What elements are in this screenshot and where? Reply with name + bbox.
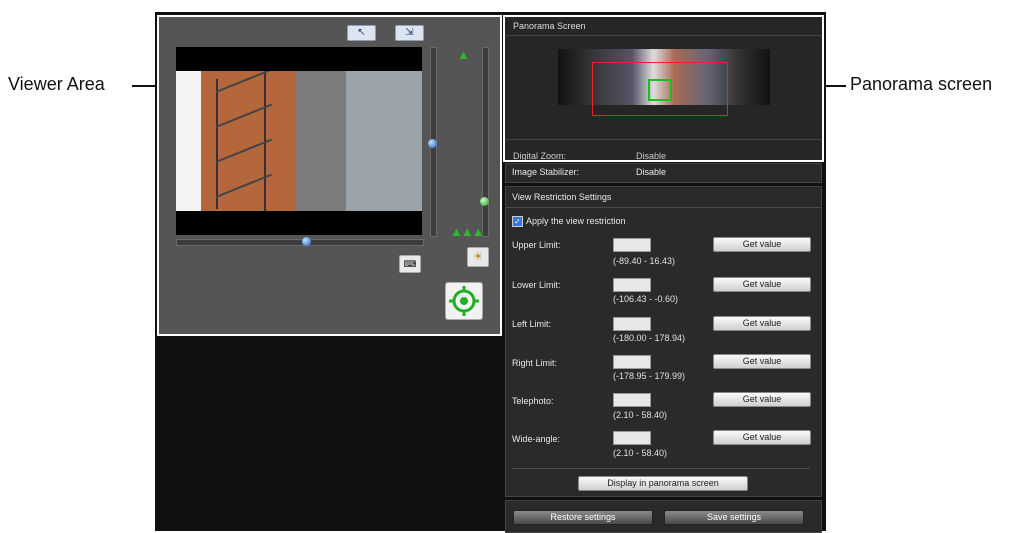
restore-settings-button[interactable]: Restore settings xyxy=(513,510,653,525)
apply-restriction-checkbox[interactable]: ✓ xyxy=(512,216,523,227)
pan-slider-track[interactable] xyxy=(176,239,424,246)
pan-slider-knob[interactable] xyxy=(302,237,311,246)
zoom-slider-knob[interactable] xyxy=(480,197,489,206)
digital-zoom-value: Disable xyxy=(636,151,667,161)
telephoto-label: Telephoto: xyxy=(512,396,554,406)
image-stabilizer-value: Disable xyxy=(636,167,667,177)
left-limit-input[interactable] xyxy=(613,317,651,331)
lower-limit-input[interactable] xyxy=(613,278,651,292)
upper-limit-get-value-button[interactable]: Get value xyxy=(713,237,811,252)
telephoto-get-value-button[interactable]: Get value xyxy=(713,392,811,407)
left-limit-get-value-button[interactable]: Get value xyxy=(713,316,811,331)
divider xyxy=(505,35,822,36)
telephoto-input[interactable] xyxy=(613,393,651,407)
upper-limit-range: (-89.40 - 16.43) xyxy=(613,256,676,266)
lower-limit-get-value-button[interactable]: Get value xyxy=(713,277,811,292)
ptz-control-button[interactable] xyxy=(445,282,483,320)
divider xyxy=(505,207,821,208)
divider xyxy=(505,139,822,140)
left-limit-range: (-180.00 - 178.94) xyxy=(613,333,686,343)
right-limit-label: Right Limit: xyxy=(512,358,558,368)
wide-zoom-icon: ▲▲▲ xyxy=(450,224,485,239)
viewer-area-callout: Viewer Area xyxy=(8,74,105,94)
lower-limit-label: Lower Limit: xyxy=(512,280,561,290)
view-restriction-title: View Restriction Settings xyxy=(512,192,612,202)
wide-angle-range: (2.10 - 58.40) xyxy=(613,448,668,458)
tele-zoom-icon: ▲ xyxy=(457,47,470,62)
telephoto-range: (2.10 - 58.40) xyxy=(613,410,668,420)
stair-rail xyxy=(216,79,218,209)
viewer-area: ↖ ⇲ ▲ ▲▲▲ ⌨ ☀ xyxy=(157,15,502,336)
zoom-slider-track[interactable] xyxy=(482,47,489,237)
crosshair-target-icon xyxy=(449,286,479,316)
tilt-slider-knob[interactable] xyxy=(428,139,437,148)
backlight-person-icon[interactable]: ☀ xyxy=(467,247,489,267)
panorama-screen-callout: Panorama screen xyxy=(850,74,993,94)
viewer-area-callout-line xyxy=(132,85,157,87)
wide-angle-label: Wide-angle: xyxy=(512,434,561,444)
digital-zoom-label: Digital Zoom: xyxy=(513,151,567,161)
left-limit-label: Left Limit: xyxy=(512,319,552,329)
image-stabilizer-label: Image Stabilizer: xyxy=(512,167,580,177)
wide-angle-get-value-button[interactable]: Get value xyxy=(713,430,811,445)
keyboard-icon[interactable]: ⌨ xyxy=(399,255,421,273)
right-limit-range: (-178.95 - 179.99) xyxy=(613,371,686,381)
divider xyxy=(512,468,810,469)
screen-resize-button[interactable]: ⇲ xyxy=(395,25,424,41)
panorama-screen: Panorama Screen Digital Zoom: Disable xyxy=(503,15,824,162)
save-settings-button[interactable]: Save settings xyxy=(664,510,804,525)
display-in-panorama-button[interactable]: Display in panorama screen xyxy=(578,476,748,491)
apply-restriction-label: Apply the view restriction xyxy=(526,216,626,226)
right-limit-get-value-button[interactable]: Get value xyxy=(713,354,811,369)
current-view-frame[interactable] xyxy=(648,79,672,101)
wide-angle-input[interactable] xyxy=(613,431,651,445)
panorama-title: Panorama Screen xyxy=(513,21,586,31)
camera-video-image[interactable] xyxy=(176,71,422,211)
upper-limit-input[interactable] xyxy=(613,238,651,252)
right-limit-input[interactable] xyxy=(613,355,651,369)
upper-limit-label: Upper Limit: xyxy=(512,240,561,250)
lower-limit-range: (-106.43 - -0.60) xyxy=(613,294,679,304)
pointer-tool-button[interactable]: ↖ xyxy=(347,25,376,41)
